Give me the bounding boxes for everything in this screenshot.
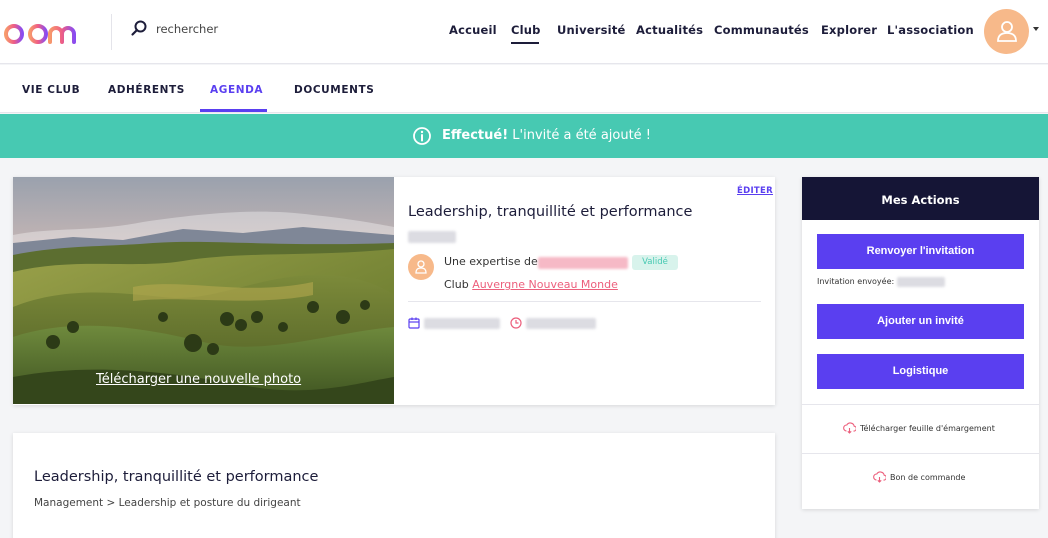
tab-documents[interactable]: DOCUMENTS xyxy=(294,84,374,96)
event-photo: Télécharger une nouvelle photo xyxy=(13,177,394,404)
banner-text: L'invité a été ajouté ! xyxy=(508,128,652,143)
search-input[interactable] xyxy=(156,18,356,40)
actions-panel: Mes Actions Renvoyer l'invitation Invita… xyxy=(802,177,1039,509)
club-prefix: Club xyxy=(444,278,473,291)
nav-active-indicator xyxy=(511,42,539,44)
club-subnav: VIE CLUB ADHÉRENTS AGENDA DOCUMENTS xyxy=(0,65,1048,113)
nav-explorer[interactable]: Explorer xyxy=(821,23,877,37)
expertise-label: Une expertise de xyxy=(444,255,538,268)
tab-adherents[interactable]: ADHÉRENTS xyxy=(108,84,185,96)
club-label: Club Auvergne Nouveau Monde xyxy=(444,278,618,291)
expert-avatar xyxy=(408,254,434,280)
landscape-image xyxy=(13,177,394,404)
divider xyxy=(802,453,1039,454)
event-card: Télécharger une nouvelle photo ÉDITER Le… xyxy=(13,177,775,405)
cloud-download-icon xyxy=(843,422,856,434)
success-banner: Effectué! L'invité a été ajouté ! xyxy=(0,114,1048,158)
apm-logo[interactable] xyxy=(4,14,88,48)
nav-universite[interactable]: Université xyxy=(557,23,626,37)
panel-title: Mes Actions xyxy=(802,177,1039,220)
redacted-expert-name[interactable] xyxy=(538,257,628,269)
download-attendance-sheet-label: Télécharger feuille d'émargement xyxy=(860,424,995,433)
redacted-sent-date xyxy=(897,277,945,287)
nav-communautes[interactable]: Communautés xyxy=(714,23,809,37)
divider xyxy=(408,301,761,302)
banner-strong: Effectué! xyxy=(442,128,509,143)
search-icon[interactable] xyxy=(130,19,148,37)
nav-club[interactable]: Club xyxy=(511,23,541,37)
header-divider xyxy=(111,14,112,50)
top-navbar: Accueil Club Université Actualités Commu… xyxy=(0,0,1048,64)
nav-actualites[interactable]: Actualités xyxy=(636,23,703,37)
user-icon xyxy=(415,260,427,274)
chevron-down-icon[interactable] xyxy=(1033,27,1039,31)
nav-accueil[interactable]: Accueil xyxy=(449,23,497,37)
details-title: Leadership, tranquillité et performance xyxy=(34,469,319,485)
order-form-label: Bon de commande xyxy=(890,473,966,482)
calendar-icon xyxy=(408,317,420,329)
tab-vie-club[interactable]: VIE CLUB xyxy=(22,84,80,96)
add-guest-button[interactable]: Ajouter un invité xyxy=(817,304,1024,339)
club-link[interactable]: Auvergne Nouveau Monde xyxy=(472,278,618,291)
cloud-download-icon xyxy=(873,471,886,483)
category-breadcrumb: Management > Leadership et posture du di… xyxy=(34,497,301,509)
redacted-event-time xyxy=(526,318,596,329)
status-badge: Validé xyxy=(632,255,678,270)
nav-association[interactable]: L'association xyxy=(887,23,974,37)
tab-agenda[interactable]: AGENDA xyxy=(210,84,263,96)
order-form-link[interactable]: Bon de commande xyxy=(873,471,966,483)
event-title: Leadership, tranquillité et performance xyxy=(408,204,693,220)
logistics-button[interactable]: Logistique xyxy=(817,354,1024,389)
info-icon xyxy=(413,127,431,145)
user-icon xyxy=(997,21,1017,42)
banner-message: Effectué! L'invité a été ajouté ! xyxy=(442,128,651,143)
user-avatar[interactable] xyxy=(984,9,1029,54)
upload-photo-link[interactable]: Télécharger une nouvelle photo xyxy=(96,372,301,387)
invitation-sent-label: Invitation envoyée: xyxy=(817,277,895,286)
tab-active-indicator xyxy=(200,109,267,112)
divider xyxy=(802,404,1039,405)
resend-invitation-button[interactable]: Renvoyer l'invitation xyxy=(817,234,1024,269)
edit-link[interactable]: ÉDITER xyxy=(737,186,773,196)
event-details-card: Leadership, tranquillité et performance … xyxy=(13,433,775,538)
redacted-date xyxy=(408,231,456,243)
redacted-event-date xyxy=(424,318,500,329)
download-attendance-sheet-link[interactable]: Télécharger feuille d'émargement xyxy=(843,422,995,434)
clock-icon xyxy=(510,317,522,329)
